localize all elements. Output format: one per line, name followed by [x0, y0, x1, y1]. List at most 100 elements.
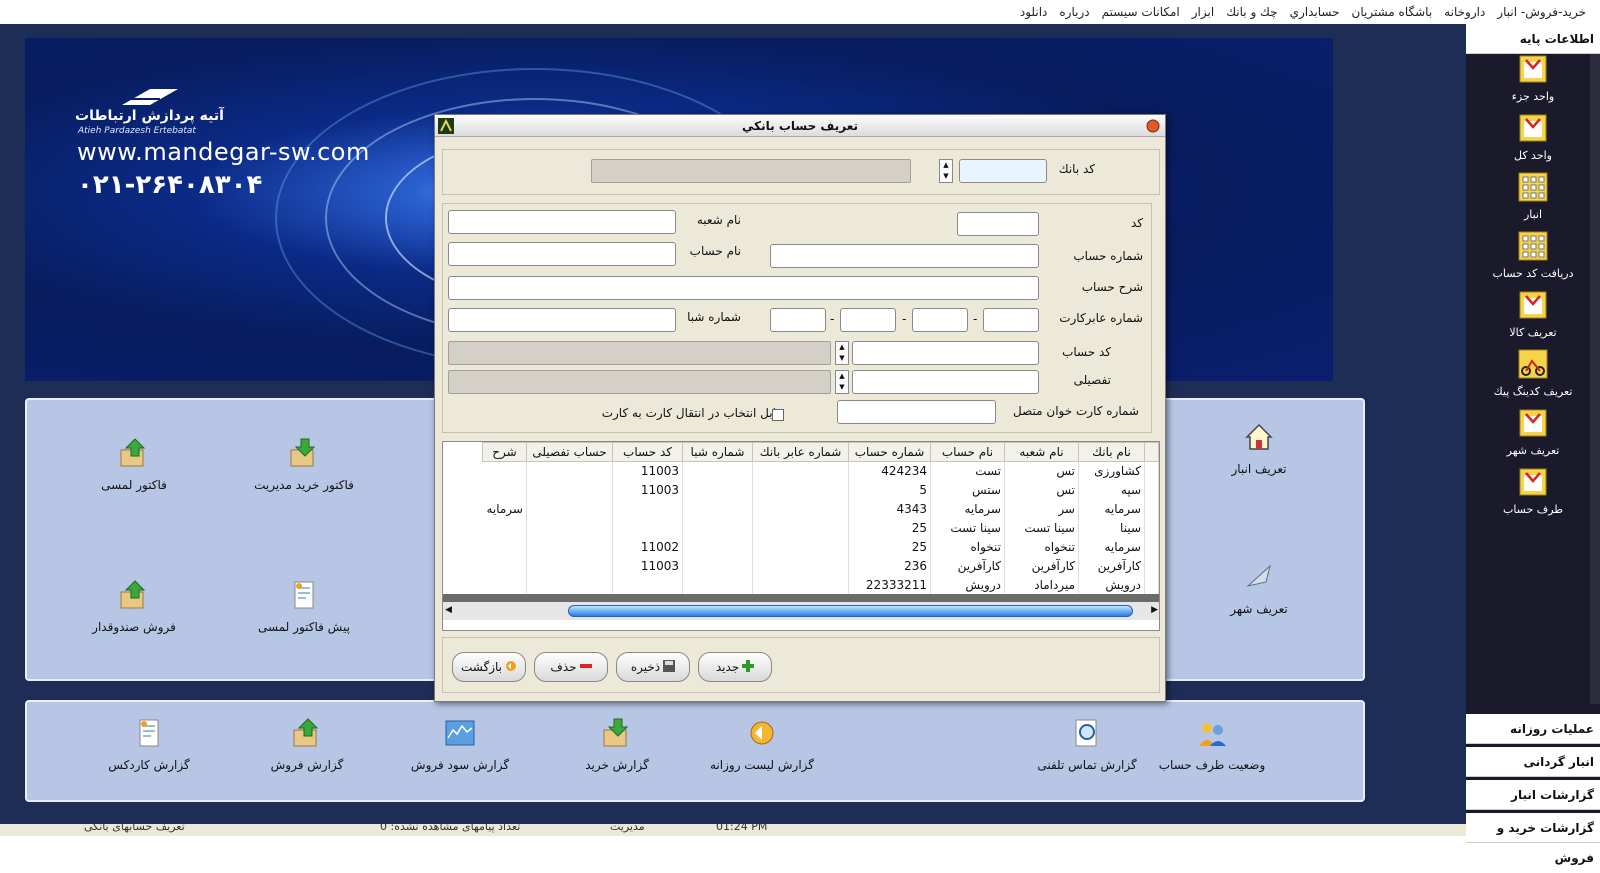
bank-code-spinner[interactable]: ▲ ▼: [939, 159, 953, 183]
sidebar-item-3[interactable]: دريافت كد حساب: [1466, 229, 1600, 280]
sidebar-section-1[interactable]: انبار گردانی: [1466, 747, 1600, 777]
back-button[interactable]: بازگشت: [452, 652, 526, 682]
column-header[interactable]: كد حساب: [612, 442, 683, 462]
new-button[interactable]: جديد: [698, 652, 772, 682]
table-row[interactable]: سينا سينا تست سينا تست 25: [482, 518, 1159, 538]
table-row[interactable]: كشاورزی تس تست 424234 11003: [482, 461, 1159, 481]
sidebar-section-0[interactable]: عمليات روزانه: [1466, 714, 1600, 744]
sidebar-item-1[interactable]: واحد كل: [1466, 111, 1600, 162]
sidebar-header[interactable]: اطلاعات پايه: [1466, 24, 1600, 54]
sidebar-item-0[interactable]: واحد جزء: [1466, 52, 1600, 103]
tile-define-city[interactable]: تعريف شهر: [1174, 560, 1344, 616]
proforma-touch-icon: [294, 581, 314, 609]
card-number-part-1[interactable]: [983, 308, 1039, 332]
sidebar-item-4[interactable]: تعريف كالا: [1466, 288, 1600, 339]
sidebar-item-label: تعريف كدينگ پيك: [1493, 385, 1573, 398]
tile-label: گزارش كاردكس: [108, 758, 190, 772]
detail-spinner[interactable]: ▲ ▼: [835, 370, 849, 394]
button-bar: جديد ذخيره حذف بازگشت: [442, 637, 1160, 693]
table-cell: [482, 518, 527, 538]
save-button[interactable]: ذخيره: [616, 652, 690, 682]
menu-item-0[interactable]: خرید-فروش- انبار: [1491, 5, 1592, 19]
table-row[interactable]: كارآفرين كارآفرين كارآفرين 236 11003: [482, 556, 1159, 576]
tile-sales-report[interactable]: گزارش فروش: [222, 716, 392, 772]
scroll-right-icon[interactable]: ▶: [1151, 605, 1158, 615]
menu-item-3[interactable]: حسابداري: [1284, 5, 1346, 19]
table-cell: كارآفرين: [930, 556, 1005, 576]
detail-input[interactable]: [852, 370, 1039, 394]
ledger-code-spinner[interactable]: ▲ ▼: [835, 341, 849, 365]
account-desc-input[interactable]: [448, 276, 1039, 300]
card-number-part-3[interactable]: [840, 308, 896, 332]
branch-name-input[interactable]: [448, 210, 676, 234]
ledger-code-input[interactable]: [852, 341, 1039, 365]
tile-define-warehouse[interactable]: تعريف انبار: [1174, 420, 1344, 476]
card-number-part-2[interactable]: [912, 308, 968, 332]
horizontal-scrollbar[interactable]: ◀ ▶: [443, 602, 1159, 620]
tile-purchase-invoice[interactable]: فاكتور خرید مديريت: [219, 436, 389, 492]
sidebar-item-4-icon: [1519, 291, 1547, 319]
tile-profit-report[interactable]: گزارش سود فروش: [375, 716, 545, 772]
table-cell: 22333211: [848, 575, 931, 595]
menu-item-4[interactable]: چك و بانك: [1220, 5, 1283, 19]
column-header[interactable]: شماره حساب: [848, 442, 931, 462]
table-cell: سينا تست: [1004, 518, 1079, 538]
sidebar-item-5[interactable]: تعريف كدينگ پيك: [1466, 347, 1600, 398]
scroll-left-icon[interactable]: ◀: [445, 605, 452, 615]
tile-cardex-report[interactable]: گزارش كاردكس: [64, 716, 234, 772]
column-header[interactable]: نام حساب: [930, 442, 1005, 462]
sidebar-section-2[interactable]: گزارشات انبار: [1466, 780, 1600, 810]
sidebar-item-7[interactable]: طرف حساب: [1466, 465, 1600, 516]
transfer-checkbox[interactable]: [772, 409, 784, 421]
menu-item-1[interactable]: داروخانه: [1438, 5, 1491, 19]
table-row[interactable]: درويش ميرداماد درويش 22333211: [482, 575, 1159, 595]
new-button-label: جديد: [715, 660, 740, 674]
purchase-invoice-icon: [290, 438, 316, 467]
account-number-input[interactable]: [770, 244, 1039, 268]
code-input[interactable]: [957, 212, 1039, 236]
scroll-thumb[interactable]: [568, 605, 1133, 617]
sidebar-item-2[interactable]: انبار: [1466, 170, 1600, 221]
column-header[interactable]: شرح: [482, 442, 527, 462]
close-icon[interactable]: [1146, 119, 1160, 133]
column-header[interactable]: حساب تفصيلی: [526, 442, 613, 462]
account-name-input[interactable]: [448, 242, 676, 266]
menu-item-2[interactable]: باشگاه مشتریان: [1346, 5, 1439, 19]
table-cell: تس: [1004, 461, 1079, 481]
table-row[interactable]: سرمايه تنخواه تنخواه 25 11002: [482, 537, 1159, 557]
row-indicator: [1144, 461, 1159, 481]
tile-cashier-sale[interactable]: فروش صندوقدار: [49, 578, 219, 634]
delete-button[interactable]: حذف: [534, 652, 608, 682]
table-cell: سرمايه: [1078, 499, 1145, 519]
menu-item-6[interactable]: امكانات سيستم: [1096, 5, 1186, 19]
menu-item-5[interactable]: ابزار: [1186, 5, 1220, 19]
column-header[interactable]: نام بانك: [1078, 442, 1145, 462]
tile-proforma-touch[interactable]: پيش فاكتور لمسی: [219, 578, 389, 634]
table-row[interactable]: سرمايه سر سرمايه 4343 سرمايه: [482, 499, 1159, 519]
tile-daily-list-report[interactable]: گزارش ليست روزانه: [677, 716, 847, 772]
column-header[interactable]: نام شعبه: [1004, 442, 1079, 462]
sidebar-item-label: واحد كل: [1513, 149, 1552, 162]
table-cell: [482, 537, 527, 557]
table-cell: 11003: [612, 480, 683, 500]
card-reader-input[interactable]: [837, 400, 996, 424]
card-reader-label: شماره كارت خوان متصل: [1013, 404, 1139, 418]
sidebar-item-6[interactable]: تعريف شهر: [1466, 406, 1600, 457]
table-cell: [682, 480, 753, 500]
column-header[interactable]: شماره شبا: [682, 442, 753, 462]
menu-item-8[interactable]: دانلود: [1014, 5, 1054, 19]
cardex-report-icon: [139, 719, 159, 747]
bank-code-label: كد بانك: [1058, 162, 1095, 176]
sheba-input[interactable]: [448, 308, 676, 332]
tile-invoice-touch[interactable]: فاكتور لمسی: [49, 436, 219, 492]
tile-account-status[interactable]: وضعيت طرف حساب: [1127, 716, 1297, 772]
sidebar-section-3[interactable]: گزارشات خريد و فروش: [1466, 813, 1600, 865]
report-panel: گزارش كاردكس گزارش فروش گزارش سود فروش گزار…: [25, 700, 1365, 802]
row-indicator: [1144, 480, 1159, 500]
bank-code-input[interactable]: [959, 159, 1047, 183]
table-cell: سپه: [1078, 480, 1145, 500]
menu-item-7[interactable]: درباره: [1053, 5, 1095, 19]
card-number-part-4[interactable]: [770, 308, 826, 332]
table-row[interactable]: سپه تس ستس 5 11003: [482, 480, 1159, 500]
column-header[interactable]: شماره عابر بانك: [752, 442, 849, 462]
